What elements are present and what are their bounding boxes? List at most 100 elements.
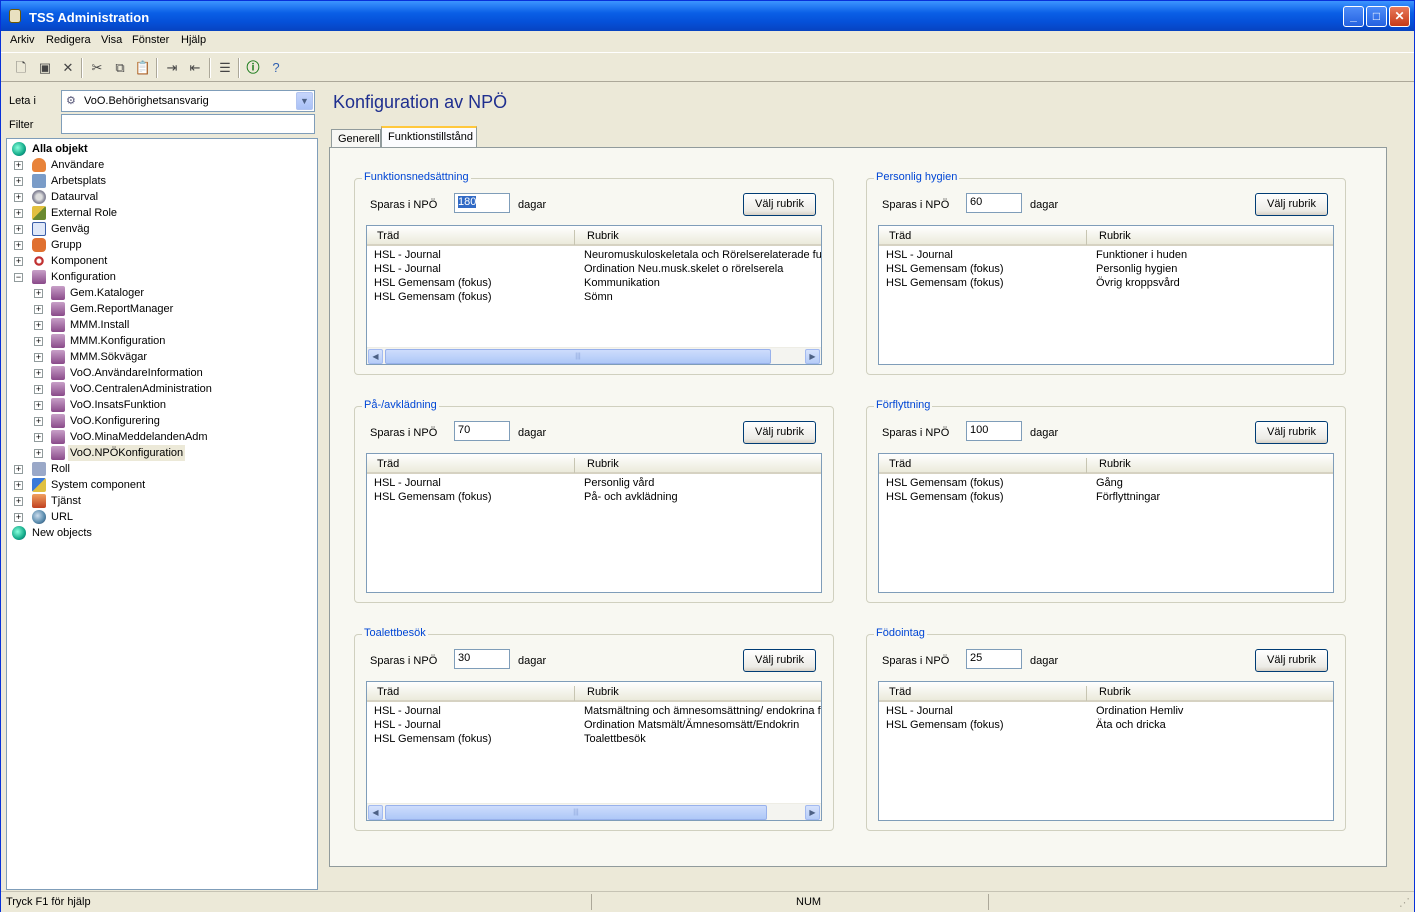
list-item[interactable]: HSL - Journal Matsmältning och ämnesomsät… — [367, 704, 821, 718]
tab-generell[interactable]: Generell — [331, 129, 381, 149]
list-item[interactable]: HSL - Journal Ordination Hemliv — [879, 704, 1333, 718]
expand-icon[interactable]: + — [14, 497, 23, 506]
list-item[interactable]: HSL Gemensam (fokus) Kommunikation — [367, 276, 821, 290]
column-separator[interactable] — [1086, 458, 1087, 473]
rubrik-list[interactable]: Träd Rubrik HSL - Journal Personlig vård … — [366, 453, 822, 593]
expand-icon[interactable]: + — [14, 241, 23, 250]
list-item[interactable]: HSL Gemensam (fokus) Gång — [879, 476, 1333, 490]
expand-icon[interactable]: + — [14, 513, 23, 522]
expand-icon[interactable]: + — [14, 209, 23, 218]
column-separator[interactable] — [574, 458, 575, 473]
days-input[interactable]: 60 — [966, 193, 1022, 213]
rubrik-list[interactable]: Träd Rubrik HSL - Journal Matsmältning oc… — [366, 681, 822, 821]
menu-redigera[interactable]: Redigera — [46, 34, 91, 46]
rubrik-list[interactable]: Träd Rubrik HSL - Journal Ordination Heml… — [878, 681, 1334, 821]
list-item[interactable]: HSL - Journal Ordination Matsmält/Ämnesom… — [367, 718, 821, 732]
expand-icon[interactable]: + — [34, 417, 43, 426]
expand-icon[interactable]: + — [14, 161, 23, 170]
scroll-right-icon[interactable]: ▶ — [805, 805, 820, 820]
rubrik-list[interactable]: Träd Rubrik HSL - Journal Funktioner i hu… — [878, 225, 1334, 365]
days-input[interactable]: 30 — [454, 649, 510, 669]
title-bar[interactable]: TSS Administration _ □ ✕ — [1, 1, 1414, 31]
list-item[interactable]: HSL - Journal Ordination Neu.musk.skelet … — [367, 262, 821, 276]
column-separator[interactable] — [574, 686, 575, 701]
maximize-button[interactable]: □ — [1366, 6, 1387, 27]
expand-icon[interactable]: + — [34, 305, 43, 314]
scroll-thumb[interactable]: ||| — [385, 805, 767, 820]
column-rubrik[interactable]: Rubrik — [587, 230, 619, 242]
column-rubrik[interactable]: Rubrik — [587, 686, 619, 698]
collapse-icon[interactable]: − — [14, 273, 23, 282]
valj-rubrik-button[interactable]: Välj rubrik — [743, 421, 816, 444]
valj-rubrik-button[interactable]: Välj rubrik — [1255, 421, 1328, 444]
column-trad[interactable]: Träd — [889, 686, 911, 698]
leta-i-dropdown[interactable]: ⚙ VoO.Behörighetsansvarig ▼ — [61, 90, 315, 112]
scroll-left-icon[interactable]: ◀ — [368, 349, 383, 364]
column-trad[interactable]: Träd — [889, 458, 911, 470]
horizontal-scrollbar[interactable]: ◀ ||| ▶ — [367, 803, 821, 820]
expand-icon[interactable]: + — [14, 225, 23, 234]
valj-rubrik-button[interactable]: Välj rubrik — [1255, 649, 1328, 672]
menu-visa[interactable]: Visa — [101, 34, 122, 46]
column-rubrik[interactable]: Rubrik — [1099, 458, 1131, 470]
expand-icon[interactable]: + — [34, 433, 43, 442]
column-trad[interactable]: Träd — [377, 686, 399, 698]
column-trad[interactable]: Träd — [377, 230, 399, 242]
menu-arkiv[interactable]: Arkiv — [10, 34, 34, 46]
scroll-left-icon[interactable]: ◀ — [368, 805, 383, 820]
expand-icon[interactable]: + — [14, 257, 23, 266]
column-separator[interactable] — [574, 230, 575, 245]
new-icon[interactable]: 🗋 — [12, 59, 30, 77]
resize-grip-icon[interactable]: ⋰ — [1399, 896, 1410, 909]
copy-icon[interactable]: ⧉ — [111, 59, 129, 77]
days-input[interactable]: 100 — [966, 421, 1022, 441]
export-icon[interactable]: ⇥ — [163, 59, 181, 77]
expand-icon[interactable]: + — [34, 449, 43, 458]
expand-icon[interactable]: + — [14, 193, 23, 202]
expand-icon[interactable]: + — [34, 401, 43, 410]
list-item[interactable]: HSL Gemensam (fokus) Sömn — [367, 290, 821, 304]
list-item[interactable]: HSL - Journal Neuromuskuloskeletala och R… — [367, 248, 821, 262]
delete-icon[interactable]: ✕ — [59, 59, 77, 77]
expand-icon[interactable]: + — [34, 337, 43, 346]
valj-rubrik-button[interactable]: Välj rubrik — [1255, 193, 1328, 216]
list-item[interactable]: HSL Gemensam (fokus) På- och avklädning — [367, 490, 821, 504]
close-button[interactable]: ✕ — [1389, 6, 1410, 27]
object-tree[interactable]: Alla objekt + Användare + Arbetsplats + … — [6, 138, 318, 890]
expand-icon[interactable]: + — [14, 481, 23, 490]
scroll-right-icon[interactable]: ▶ — [805, 349, 820, 364]
paste-icon[interactable]: 📋 — [134, 59, 152, 77]
list-item[interactable]: HSL - Journal Funktioner i huden — [879, 248, 1333, 262]
days-input[interactable]: 25 — [966, 649, 1022, 669]
menu-hjalp[interactable]: Hjälp — [181, 34, 206, 46]
list-item[interactable]: HSL Gemensam (fokus) Toalettbesök — [367, 732, 821, 746]
list-item[interactable]: HSL - Journal Personlig vård — [367, 476, 821, 490]
cut-icon[interactable]: ✂ — [88, 59, 106, 77]
tab-funktionstillstand[interactable]: Funktionstillstånd — [381, 126, 477, 148]
column-rubrik[interactable]: Rubrik — [1099, 686, 1131, 698]
chevron-down-icon[interactable]: ▼ — [296, 92, 313, 110]
valj-rubrik-button[interactable]: Välj rubrik — [743, 649, 816, 672]
filter-input[interactable] — [61, 114, 315, 134]
column-separator[interactable] — [1086, 230, 1087, 245]
column-trad[interactable]: Träd — [377, 458, 399, 470]
scroll-thumb[interactable]: ||| — [385, 349, 771, 364]
column-rubrik[interactable]: Rubrik — [587, 458, 619, 470]
list-item[interactable]: HSL Gemensam (fokus) Äta och dricka — [879, 718, 1333, 732]
help-pointer-icon[interactable]: ? — [267, 59, 285, 77]
expand-icon[interactable]: + — [34, 369, 43, 378]
days-input[interactable]: 70 — [454, 421, 510, 441]
rubrik-list[interactable]: Träd Rubrik HSL - Journal Neuromuskuloske… — [366, 225, 822, 365]
rubrik-list[interactable]: Träd Rubrik HSL Gemensam (fokus) Gång HSL… — [878, 453, 1334, 593]
days-input[interactable]: 180 — [454, 193, 510, 213]
horizontal-scrollbar[interactable]: ◀ ||| ▶ — [367, 347, 821, 364]
import-icon[interactable]: ⇤ — [186, 59, 204, 77]
expand-icon[interactable]: + — [34, 289, 43, 298]
properties-icon[interactable]: ☰ — [216, 59, 234, 77]
info-icon[interactable]: ⓘ — [244, 59, 262, 77]
list-item[interactable]: HSL Gemensam (fokus) Övrig kroppsvård — [879, 276, 1333, 290]
menu-fonster[interactable]: Fönster — [132, 34, 169, 46]
list-item[interactable]: HSL Gemensam (fokus) Personlig hygien — [879, 262, 1333, 276]
expand-icon[interactable]: + — [34, 385, 43, 394]
list-item[interactable]: HSL Gemensam (fokus) Förflyttningar — [879, 490, 1333, 504]
